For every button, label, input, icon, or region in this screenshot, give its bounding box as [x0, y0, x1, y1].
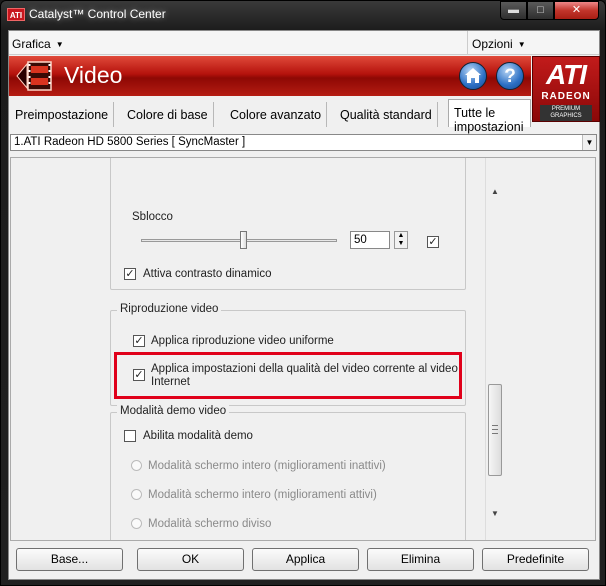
- smooth-playback-checkbox[interactable]: ✓: [133, 335, 145, 347]
- ati-radeon-logo: ATI RADEON PREMIUM GRAPHICS: [532, 56, 600, 122]
- contrast-checkbox[interactable]: ✓: [124, 268, 136, 280]
- window-title: Catalyst™ Control Center: [29, 7, 166, 21]
- help-button[interactable]: ?: [496, 62, 524, 90]
- client-area: Grafica ▼ Opzioni ▼ Video ? ATI RADEON P…: [8, 30, 600, 580]
- sblocco-label: Sblocco: [132, 211, 173, 223]
- internet-video-checkbox[interactable]: ✓: [133, 369, 145, 381]
- logo-radeon-text: RADEON: [541, 91, 591, 102]
- demo-radio-fullscreen-off[interactable]: [131, 460, 142, 471]
- sblocco-value-input[interactable]: 50: [350, 231, 390, 249]
- predefinite-button[interactable]: Predefinite: [482, 548, 589, 571]
- elimina-button[interactable]: Elimina: [367, 548, 474, 571]
- tab-colore-di-base[interactable]: Colore di base: [122, 102, 214, 127]
- logo-premium-text: PREMIUM GRAPHICS: [540, 105, 592, 121]
- tab-tutte-le-impostazioni[interactable]: Tutte le impostazioni: [448, 99, 531, 134]
- chevron-down-icon: ▼: [55, 40, 64, 49]
- film-reel-icon: [16, 61, 52, 91]
- button-bar: Base... OK Applica Elimina Predefinite: [9, 545, 599, 575]
- demo-option-fullscreen-on: Modalità schermo intero (miglioramenti a…: [148, 489, 377, 501]
- demo-option-split: Modalità schermo diviso: [148, 518, 272, 530]
- internet-video-label-line2: Internet: [151, 376, 190, 388]
- contrast-label: Attiva contrasto dinamico: [143, 268, 272, 280]
- tab-preimpostazione[interactable]: Preimpostazione: [10, 102, 115, 127]
- scroll-up-icon[interactable]: ▲: [489, 186, 501, 198]
- ok-button[interactable]: OK: [137, 548, 244, 571]
- home-icon: [465, 68, 481, 83]
- ati-app-icon: ATI: [7, 8, 25, 21]
- demo-enable-label: Abilita modalità demo: [143, 430, 253, 442]
- scroll-down-icon[interactable]: ▼: [489, 508, 501, 520]
- chevron-down-icon: ▼: [517, 40, 526, 49]
- group-title-riproduzione: Riproduzione video: [117, 303, 222, 315]
- menu-bar: Grafica ▼ Opzioni ▼: [9, 31, 599, 55]
- tab-colore-avanzato[interactable]: Colore avanzato: [225, 102, 328, 127]
- menu-opzioni[interactable]: Opzioni ▼: [467, 31, 531, 55]
- device-select-value: 1.ATI Radeon HD 5800 Series [ SyncMaster…: [14, 136, 246, 148]
- page-banner: Video ?: [9, 56, 531, 96]
- device-select[interactable]: 1.ATI Radeon HD 5800 Series [ SyncMaster…: [10, 134, 597, 151]
- title-bar[interactable]: ATI Catalyst™ Control Center ▬ □ ✕: [1, 1, 605, 29]
- tab-strip: Preimpostazione Colore di base Colore av…: [9, 98, 531, 134]
- menu-opzioni-label: Opzioni: [472, 37, 513, 51]
- demo-option-fullscreen-off: Modalità schermo intero (miglioramenti i…: [148, 460, 386, 472]
- home-button[interactable]: [459, 62, 487, 90]
- demo-radio-fullscreen-on[interactable]: [131, 489, 142, 500]
- tab-qualita-standard[interactable]: Qualità standard: [335, 102, 438, 127]
- base-button[interactable]: Base...: [16, 548, 123, 571]
- vertical-scrollbar[interactable]: ▲ ▼: [485, 158, 503, 540]
- internet-video-label-line1: Applica impostazioni della qualità del v…: [151, 363, 458, 375]
- demo-enable-checkbox[interactable]: [124, 430, 136, 442]
- demo-radio-split[interactable]: [131, 518, 142, 529]
- menu-grafica-label: Grafica: [12, 37, 51, 51]
- page-title: Video: [64, 62, 123, 88]
- sblocco-spinner[interactable]: ▲ ▼: [394, 231, 408, 249]
- chevron-down-icon[interactable]: ▼: [582, 135, 596, 150]
- settings-pane: Sblocco 50 ▲ ▼ ✓ ✓ Attiva contrasto dinam…: [10, 157, 596, 541]
- window-controls: ▬ □ ✕: [500, 1, 599, 21]
- scroll-thumb[interactable]: [488, 384, 502, 476]
- sblocco-checkbox[interactable]: ✓: [427, 236, 439, 248]
- close-button[interactable]: ✕: [554, 1, 599, 20]
- app-window: ATI Catalyst™ Control Center ▬ □ ✕ Grafi…: [0, 0, 606, 586]
- menu-grafica[interactable]: Grafica ▼: [12, 37, 64, 51]
- minimize-button[interactable]: ▬: [500, 1, 527, 20]
- sblocco-slider-thumb[interactable]: [240, 231, 247, 249]
- maximize-button[interactable]: □: [527, 1, 554, 20]
- group-title-demo: Modalità demo video: [117, 405, 230, 417]
- logo-ati-text: ATI: [545, 59, 587, 90]
- grip-icon: [492, 425, 498, 434]
- sblocco-slider-track[interactable]: [141, 239, 337, 242]
- smooth-playback-label: Applica riproduzione video uniforme: [151, 335, 334, 347]
- applica-button[interactable]: Applica: [252, 548, 359, 571]
